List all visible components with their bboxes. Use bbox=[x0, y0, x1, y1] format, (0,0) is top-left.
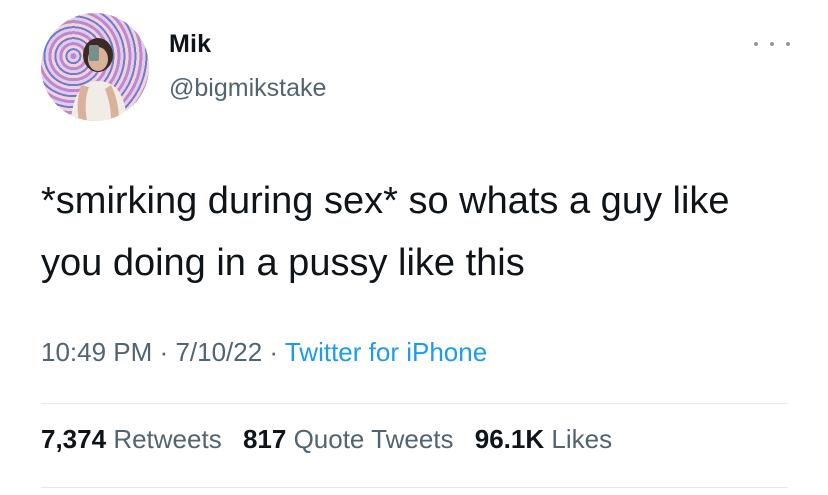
quote-tweets-label: Quote Tweets bbox=[293, 424, 454, 454]
more-horizontal-icon[interactable] bbox=[754, 36, 790, 52]
author-handle[interactable]: @bigmikstake bbox=[169, 74, 326, 103]
likes-label: Likes bbox=[551, 424, 613, 454]
divider bbox=[41, 487, 788, 488]
meta-separator: · bbox=[159, 337, 169, 367]
meta-separator: · bbox=[269, 337, 279, 367]
author-name[interactable]: Mik bbox=[169, 30, 211, 59]
tweet-text: *smirking during sex* so whats a guy lik… bbox=[41, 180, 730, 284]
more-dot bbox=[770, 42, 774, 46]
tweet-date[interactable]: 7/10/22 bbox=[175, 337, 262, 367]
more-dot bbox=[754, 42, 758, 46]
divider bbox=[41, 403, 788, 404]
more-dot bbox=[786, 42, 790, 46]
likes-stat[interactable]: 96.1K Likes bbox=[475, 424, 612, 454]
likes-count: 96.1K bbox=[474, 424, 545, 454]
tweet-time[interactable]: 10:49 PM bbox=[41, 337, 152, 367]
quote-tweets-count: 817 bbox=[242, 424, 287, 454]
retweets-count: 7,374 bbox=[41, 424, 107, 454]
quote-tweets-stat[interactable]: 817 Quote Tweets bbox=[243, 424, 461, 454]
tweet-source-link[interactable]: Twitter for iPhone bbox=[285, 337, 487, 367]
avatar[interactable] bbox=[41, 13, 149, 121]
engagement-stats: 7,374 Retweets 817 Quote Tweets 96.1K Li… bbox=[41, 424, 626, 455]
avatar-photo bbox=[71, 38, 127, 121]
tweet-meta: 10:49 PM · 7/10/22 · Twitter for iPhone bbox=[41, 337, 487, 368]
retweets-stat[interactable]: 7,374 Retweets bbox=[41, 424, 229, 454]
retweets-label: Retweets bbox=[113, 424, 222, 454]
